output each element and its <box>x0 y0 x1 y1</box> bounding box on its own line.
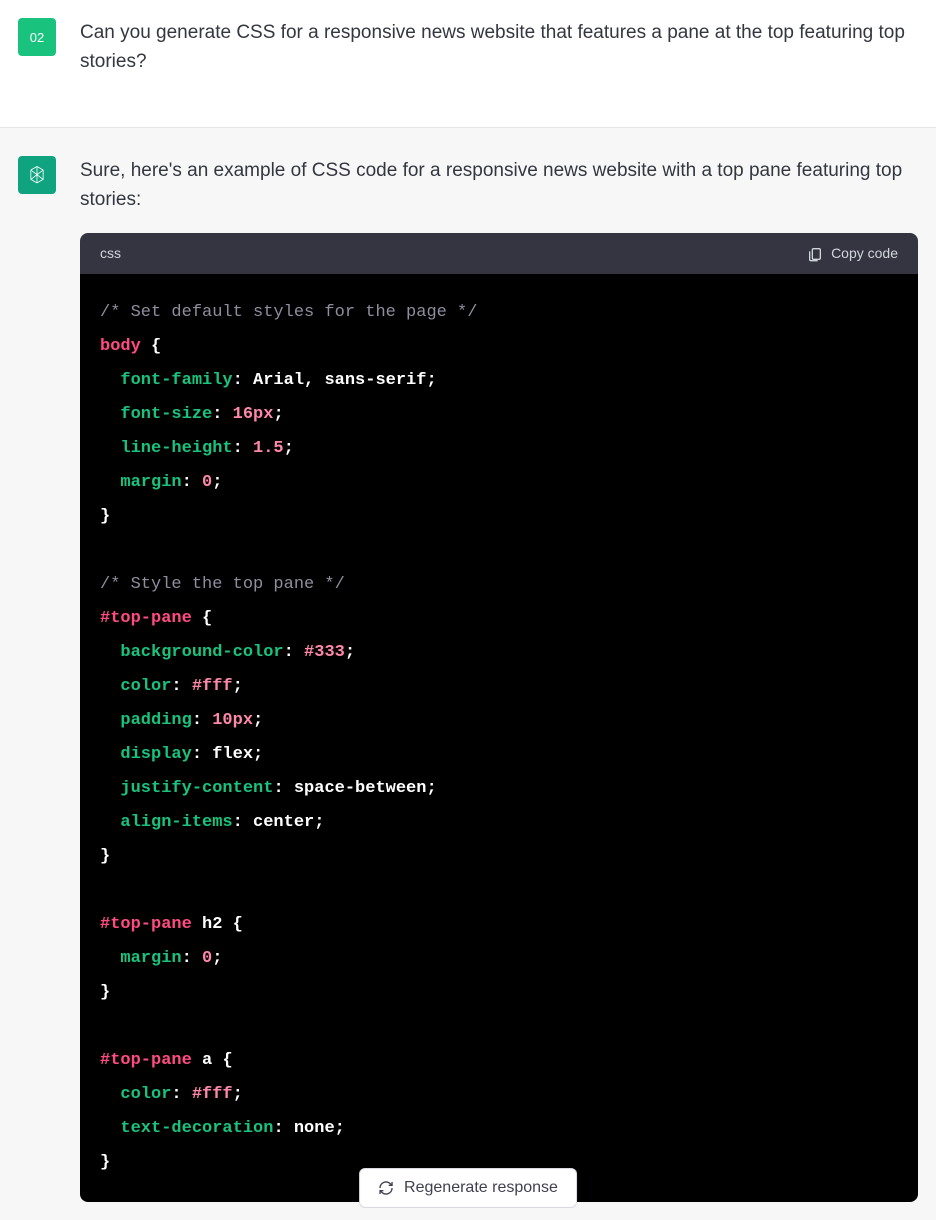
code-body[interactable]: /* Set default styles for the page */ bo… <box>80 274 918 1202</box>
clipboard-icon <box>807 246 823 262</box>
assistant-message: Sure, here's an example of CSS code for … <box>0 127 936 1220</box>
regenerate-icon <box>378 1180 394 1196</box>
assistant-content: Sure, here's an example of CSS code for … <box>80 156 918 1203</box>
user-content: Can you generate CSS for a responsive ne… <box>80 18 918 95</box>
user-question: Can you generate CSS for a responsive ne… <box>80 18 918 77</box>
assistant-avatar <box>18 156 56 194</box>
regenerate-button[interactable]: Regenerate response <box>359 1168 577 1208</box>
code-language-label: css <box>100 243 121 265</box>
user-avatar-label: 02 <box>30 30 44 45</box>
copy-code-button[interactable]: Copy code <box>807 243 898 265</box>
copy-code-label: Copy code <box>831 243 898 265</box>
user-avatar: 02 <box>18 18 56 56</box>
regenerate-label: Regenerate response <box>404 1179 558 1197</box>
code-header: css Copy code <box>80 233 918 275</box>
openai-logo-icon <box>25 163 49 187</box>
user-message: 02 Can you generate CSS for a responsive… <box>0 0 936 127</box>
assistant-intro: Sure, here's an example of CSS code for … <box>80 156 918 215</box>
code-block: css Copy code /* Set default styles for … <box>80 233 918 1203</box>
